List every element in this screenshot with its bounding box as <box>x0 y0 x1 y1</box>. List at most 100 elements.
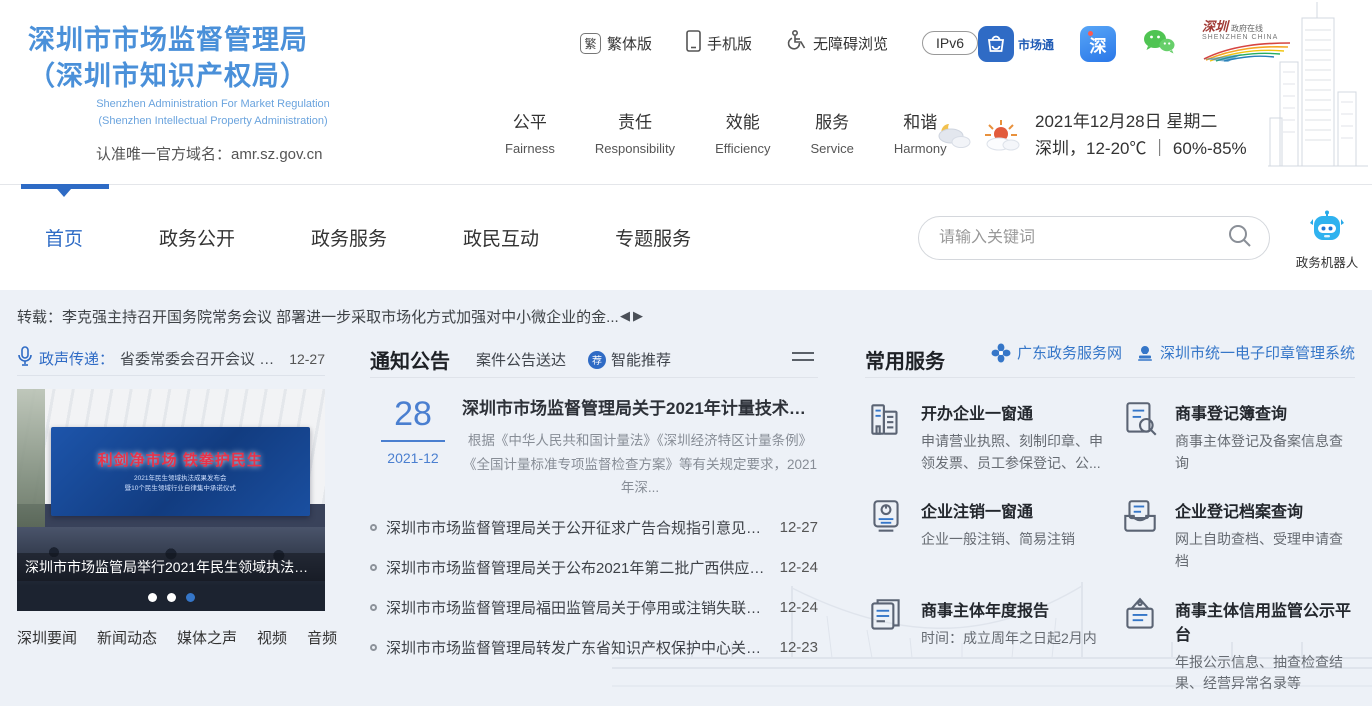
featured-day: 28 <box>394 395 432 433</box>
traditional-chinese-icon: 繁 <box>580 32 601 54</box>
service-title: 企业注销一窗通 <box>921 504 1034 522</box>
ipv6-badge[interactable]: IPv6 <box>922 31 979 55</box>
featured-notice-title[interactable]: 深圳市市场监督管理局关于2021年计量技术机... <box>462 394 818 419</box>
mobile-version-link[interactable]: 手机版 <box>686 30 752 56</box>
smart-recommend-link[interactable]: 荐 智能推荐 <box>588 349 671 370</box>
tab-shenzhen-news[interactable]: 深圳要闻 <box>17 627 77 648</box>
carousel-dots <box>17 593 325 602</box>
carousel-dot-1[interactable] <box>147 593 157 602</box>
service-title: 商事主体年度报告 <box>921 602 1050 620</box>
news-carousel[interactable]: 利剑净市场 铁拳护民生 2021年民生领域执法成果发布会 暨10个民生领域行业自… <box>17 389 325 611</box>
ticker-prev-button[interactable]: ◀ <box>620 308 633 323</box>
notice-item-title: 深圳市市场监督管理局关于公布2021年第二批广西供应深... <box>386 560 766 578</box>
core-values: 公平 Fairness 责任 Responsibility 效能 Efficiency… <box>505 108 947 156</box>
policy-voice-label[interactable]: 政声传递： <box>39 348 114 369</box>
service-title: 开办企业一窗通 <box>921 406 1034 423</box>
site-title-en-1: Shenzhen Administration For Market Regul… <box>96 97 330 110</box>
service-desc: 年报公示信息、抽查检查结果、经营异常名录等 <box>1175 653 1343 692</box>
register-search-icon <box>1126 402 1157 436</box>
traditional-chinese-link[interactable]: 繁 繁体版 <box>580 32 653 54</box>
bullet-icon <box>370 604 377 612</box>
news-category-tabs: 深圳要闻 新闻动态 媒体之声 视频 音频 <box>17 627 337 648</box>
policy-voice-title[interactable]: 省委常委会召开会议 有力... <box>120 348 283 369</box>
carousel-dot-2[interactable] <box>166 593 176 602</box>
wechat-icon[interactable] <box>1142 28 1176 61</box>
service-desc: 企业一般注销、简易注销 <box>921 531 1075 548</box>
tab-audio[interactable]: 音频 <box>307 627 337 648</box>
nav-item-gov-services[interactable]: 政务服务 <box>311 224 387 251</box>
notice-list-item[interactable]: 深圳市市场监督管理局转发广东省知识产权保护中心关于... 12-23 <box>370 628 818 668</box>
traditional-chinese-label: 繁体版 <box>607 35 653 53</box>
service-item-deregistration[interactable]: 企业注销一窗通 企业一般注销、简易注销 <box>865 496 1115 572</box>
notice-item-date: 12-23 <box>779 639 818 657</box>
case-notice-delivery-link[interactable]: 案件公告送达 <box>476 349 566 370</box>
e-seal-system-link[interactable]: 深圳市统一电子印章管理系统 <box>1136 342 1355 363</box>
service-item-archive-search[interactable]: 企业登记档案查询 网上自助查档、受理申请查档 <box>1119 496 1355 572</box>
tab-media-voice[interactable]: 媒体之声 <box>177 627 237 648</box>
notice-list-item[interactable]: 深圳市市场监督管理局福田监管局关于停用或注销失联单... 12-24 <box>370 588 818 628</box>
building-sketch <box>1268 2 1368 167</box>
notice-list-item[interactable]: 深圳市市场监督管理局关于公布2021年第二批广西供应深... 12-24 <box>370 548 818 588</box>
notice-list-item[interactable]: 深圳市市场监督管理局关于公开征求广告合规指引意见的... 12-27 <box>370 508 818 548</box>
guangdong-gov-service-link[interactable]: 广东政务服务网 <box>991 342 1122 363</box>
ticker-arrows: ◀▶ <box>620 308 646 324</box>
notice-item-date: 12-24 <box>779 599 818 617</box>
mobile-phone-icon <box>686 30 701 56</box>
notices-more-icon[interactable] <box>792 352 814 366</box>
site-logo[interactable]: 深圳市市场监督管理局 （深圳市知识产权局） Shenzhen Administr… <box>28 22 428 164</box>
search-input[interactable] <box>939 229 1227 247</box>
ishenzhen-dot <box>1088 31 1094 36</box>
ishenzhen-app-icon[interactable]: 深 <box>1080 26 1117 62</box>
weather-info: 深圳，12-20℃ ｜ 60%-85% <box>1035 139 1247 159</box>
service-item-registry-search[interactable]: 商事登记簿查询 商事主体登记及备案信息查询 <box>1119 398 1355 474</box>
service-item-open-business[interactable]: 开办企业一窗通 申请营业执照、刻制印章、申领发票、员工参保登记、公... <box>865 398 1115 474</box>
shichangtong-app[interactable]: 市场通 <box>978 26 1054 62</box>
search-icon[interactable] <box>1227 223 1253 254</box>
app-links: 市场通 深 深圳 政府在线 SHENZHEN CHINA <box>978 20 1294 68</box>
notice-item-title: 深圳市市场监督管理局福田监管局关于停用或注销失联单... <box>386 600 766 618</box>
cloudy-night-icon <box>938 124 971 149</box>
notice-item-date: 12-24 <box>779 559 818 577</box>
service-item-credit-platform[interactable]: 商事主体信用监管公示平台 年报公示信息、抽查检查结果、经营异常名录等 <box>1119 595 1355 695</box>
ticker-next-button[interactable]: ▶ <box>633 308 646 323</box>
policy-voice-row: 政声传递： 省委常委会召开会议 有力... 12-27 <box>17 342 325 376</box>
service-desc: 商事主体登记及备案信息查询 <box>1175 433 1343 471</box>
notices-header: 通知公告 案件公告送达 荐 智能推荐 <box>370 342 818 378</box>
services-header: 常用服务 广东政务服务网 深圳市统一电子印章管理系统 <box>865 342 1355 378</box>
tab-video[interactable]: 视频 <box>257 627 287 648</box>
tab-news-updates[interactable]: 新闻动态 <box>97 627 157 648</box>
notice-item-title: 深圳市市场监督管理局转发广东省知识产权保护中心关于... <box>386 640 766 658</box>
bullet-icon <box>370 524 377 532</box>
carousel-dot-3[interactable] <box>185 593 195 602</box>
site-title-en-2: (Shenzhen Intellectual Property Administ… <box>98 114 328 127</box>
featured-date-block: 28 2021-12 <box>370 394 456 500</box>
gov-robot-label: 政务机器人 <box>1295 256 1359 270</box>
service-desc: 网上自助查档、受理申请查档 <box>1175 531 1343 570</box>
gov-robot-button[interactable]: 政务机器人 <box>1290 210 1364 271</box>
archive-tray-icon <box>1124 500 1156 533</box>
nav-item-special-topics[interactable]: 专题服务 <box>615 224 691 251</box>
nav-item-home[interactable]: 首页 <box>45 224 83 251</box>
pinwheel-icon <box>991 343 1011 362</box>
news-ticker: 转载：李克强主持召开国务院常务会议 部署进一步采取市场化方式加强对中小微企业的金… <box>17 290 1355 342</box>
featured-notice[interactable]: 28 2021-12 深圳市市场监督管理局关于2021年计量技术机... 根据《… <box>370 394 818 500</box>
nav-item-interaction[interactable]: 政民互动 <box>463 224 539 251</box>
shichangtong-app-icon <box>978 26 1014 62</box>
value-service: 服务 Service <box>810 113 854 156</box>
notice-item-title: 深圳市市场监督管理局关于公开征求广告合规指引意见的... <box>386 520 766 538</box>
carousel-caption[interactable]: 深圳市市场监管局举行2021年民生领域执法成果发... <box>17 553 325 581</box>
mobile-version-label: 手机版 <box>707 35 753 53</box>
services-grid: 开办企业一窗通 申请营业执照、刻制印章、申领发票、员工参保登记、公... 商事登… <box>865 398 1355 695</box>
accessibility-link[interactable]: 无障碍浏览 <box>786 29 888 56</box>
service-item-annual-report[interactable]: 商事主体年度报告 时间：成立周年之日起2月内 <box>865 595 1115 695</box>
bullet-icon <box>370 564 377 572</box>
services-column: 常用服务 广东政务服务网 深圳市统一电子印章管理系统 开办企业一窗通 申请营业执… <box>865 342 1355 695</box>
seal-stamp-icon <box>1137 345 1152 361</box>
business-building-icon <box>871 404 898 435</box>
ticker-headline[interactable]: 转载：李克强主持召开国务院常务会议 部署进一步采取市场化方式加强对中小微企业的金… <box>17 306 619 327</box>
service-desc: 申请营业执照、刻制印章、申领发票、员工参保登记、公... <box>921 433 1103 471</box>
weather-text: 2021年12月28日 星期二 深圳，12-20℃ ｜ 60%-85% <box>1035 108 1247 162</box>
public-board-icon <box>1126 597 1154 629</box>
nav-item-gov-info[interactable]: 政务公开 <box>159 224 235 251</box>
site-title-cn-1: 深圳市市场监督管理局 <box>28 25 308 55</box>
